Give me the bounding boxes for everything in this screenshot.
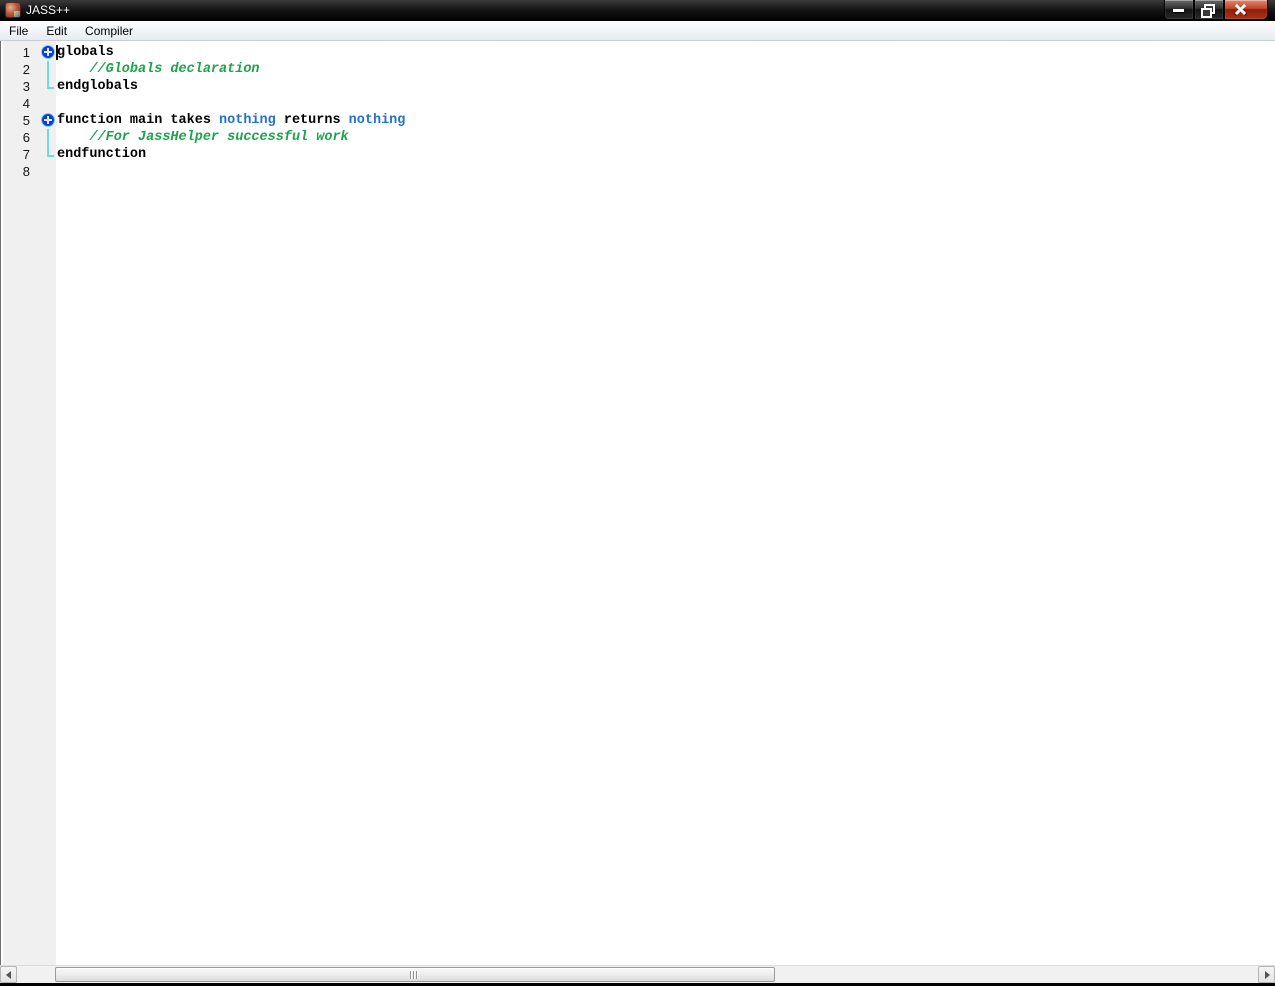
fold-margin-cell: [32, 112, 56, 129]
line-number: 3: [22, 79, 30, 94]
menu-item-compiler[interactable]: Compiler: [76, 22, 142, 40]
fold-guide-elbow: [47, 87, 54, 89]
code-token: //For JassHelper successful work: [57, 130, 349, 145]
fold-margin-cell: [32, 95, 56, 112]
minimize-icon: [1173, 9, 1184, 12]
fold-margin-cell: [32, 146, 56, 163]
title-bar[interactable]: JASS++: [0, 0, 1275, 21]
restore-button[interactable]: [1194, 0, 1224, 20]
fold-margin-cell: [32, 163, 56, 180]
fold-expand-icon[interactable]: [42, 114, 54, 126]
menu-item-edit[interactable]: Edit: [37, 22, 76, 40]
fold-expand-icon[interactable]: [42, 46, 54, 58]
scroll-right-arrow-icon: [1265, 971, 1270, 979]
code-line[interactable]: 4: [0, 95, 1275, 112]
line-number: 7: [22, 147, 30, 162]
text-caret: [56, 45, 58, 60]
menu-item-file[interactable]: File: [0, 22, 37, 40]
line-number: 1: [22, 45, 30, 60]
scroll-left-button[interactable]: [0, 966, 17, 983]
code-text[interactable]: //Globals declaration: [56, 61, 260, 78]
fold-margin-cell: [32, 129, 56, 146]
code-line[interactable]: 8: [0, 163, 1275, 180]
minimize-button[interactable]: [1164, 0, 1194, 20]
window-controls: [1164, 0, 1268, 20]
code-line[interactable]: 7 endfunction: [0, 146, 1275, 163]
code-line[interactable]: 3 endglobals: [0, 78, 1275, 95]
scrollbar-thumb[interactable]: [55, 967, 775, 982]
thumb-grip-icon: [410, 971, 420, 979]
close-button[interactable]: [1224, 0, 1268, 20]
code-token: endfunction: [57, 147, 147, 162]
window-title: JASS++: [26, 3, 71, 17]
code-token: function main takes: [57, 113, 220, 128]
line-number: 5: [22, 113, 30, 128]
app-icon[interactable]: [5, 2, 21, 18]
code-token: nothing: [219, 113, 276, 128]
code-text[interactable]: //For JassHelper successful work: [56, 129, 349, 146]
code-text[interactable]: globals: [56, 44, 114, 61]
fold-margin-cell: [32, 61, 56, 78]
restore-icon: [1201, 4, 1215, 18]
fold-guide-line: [47, 129, 49, 146]
fold-guide-line: [47, 61, 49, 78]
code-text[interactable]: function main takes nothing returns noth…: [56, 112, 405, 129]
code-line[interactable]: 6 //For JassHelper successful work: [0, 129, 1275, 146]
code-line[interactable]: 1 globals: [0, 44, 1275, 61]
jass-editor-window: { "window": { "title": "JASS++", "icon":…: [0, 0, 1275, 986]
code-line[interactable]: 5 function main takes nothing returns not…: [0, 112, 1275, 129]
menu-bar: File Edit Compiler: [0, 21, 1275, 41]
fold-margin-cell: [32, 78, 56, 95]
code-text[interactable]: endglobals: [56, 78, 138, 95]
code-rows: 1 globals 2 //Globals declaration 3 endgloba…: [0, 44, 1275, 180]
horizontal-scrollbar[interactable]: [0, 965, 1275, 983]
close-icon: [1225, 0, 1267, 19]
line-number: 8: [22, 164, 30, 179]
code-token: //Globals declaration: [57, 62, 260, 77]
line-number: 6: [22, 130, 30, 145]
code-text[interactable]: [56, 163, 57, 180]
code-editor[interactable]: 1 globals 2 //Globals declaration 3 endgloba…: [0, 41, 1275, 965]
code-token: returns: [275, 113, 349, 128]
fold-margin-cell: [32, 44, 56, 61]
code-token: globals: [57, 45, 114, 60]
line-number: 4: [22, 96, 30, 111]
line-number: 2: [22, 62, 30, 77]
code-token: nothing: [348, 113, 406, 128]
code-text[interactable]: [56, 95, 57, 112]
code-token: endglobals: [57, 79, 139, 94]
code-line[interactable]: 2 //Globals declaration: [0, 61, 1275, 78]
scroll-left-arrow-icon: [6, 971, 11, 979]
code-text[interactable]: endfunction: [56, 146, 146, 163]
fold-guide-elbow: [47, 155, 54, 157]
scroll-right-button[interactable]: [1258, 966, 1275, 983]
